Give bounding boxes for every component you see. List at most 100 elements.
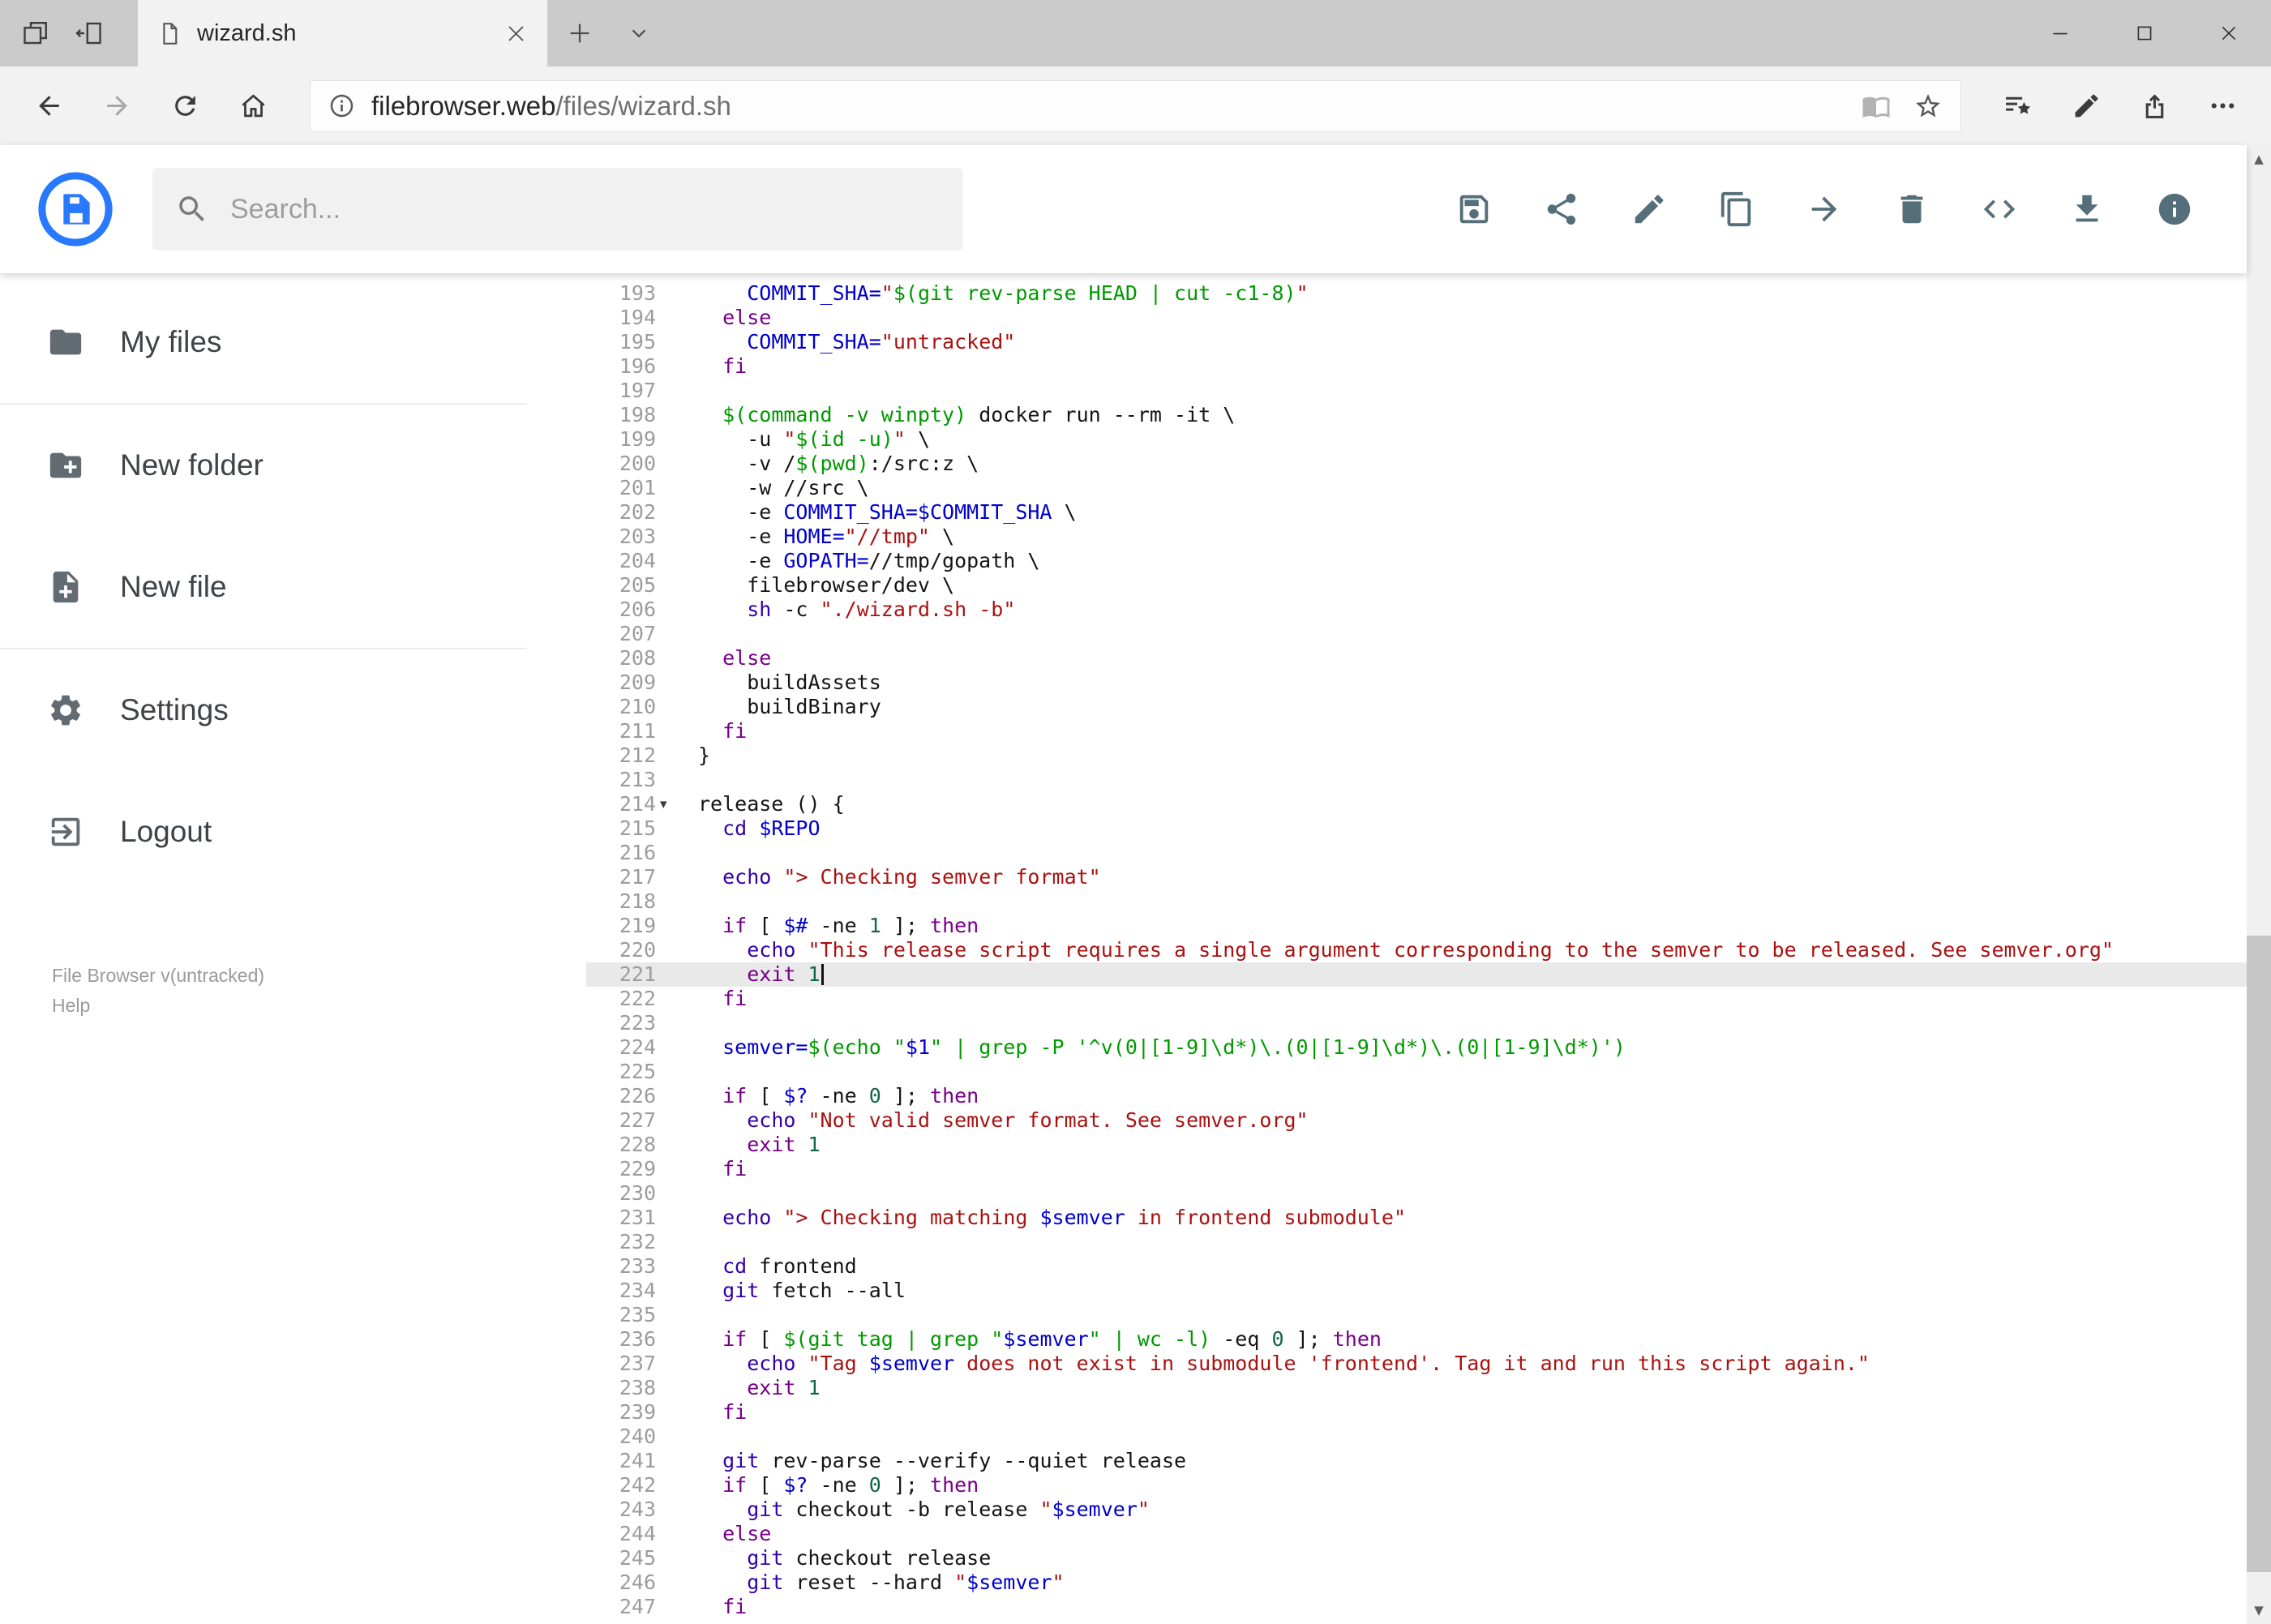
code-line[interactable]: 244 else	[586, 1522, 2247, 1546]
code-line[interactable]: 240	[586, 1425, 2247, 1449]
code-line[interactable]: 237 echo "Tag $semver does not exist in …	[586, 1352, 2247, 1376]
maximize-icon[interactable]	[2102, 0, 2187, 66]
code-line[interactable]: 210 buildBinary	[586, 695, 2247, 719]
sidebar-item-new-file[interactable]: New file	[0, 526, 586, 648]
code-line[interactable]: 200 -v /$(pwd):/src:z \	[586, 452, 2247, 476]
tab-list-button[interactable]	[612, 0, 666, 66]
code-line[interactable]: 241 git rev-parse --verify --quiet relea…	[586, 1449, 2247, 1473]
code-icon[interactable]	[1981, 191, 2018, 228]
scroll-down-icon[interactable]: ▼	[2247, 1596, 2271, 1624]
download-icon[interactable]	[2068, 191, 2106, 228]
code-line[interactable]: 215 cd $REPO	[586, 816, 2247, 841]
code-line[interactable]: 205 filebrowser/dev \	[586, 573, 2247, 598]
code-line[interactable]: 204 -e GOPATH=//tmp/gopath \	[586, 549, 2247, 573]
code-line[interactable]: 194 else	[586, 306, 2247, 330]
code-line[interactable]: 238 exit 1	[586, 1376, 2247, 1400]
code-line[interactable]: 214 ▾ release () {	[586, 792, 2247, 816]
code-line[interactable]: 193 COMMIT_SHA="$(git rev-parse HEAD | c…	[586, 281, 2247, 306]
info-icon[interactable]	[2156, 191, 2193, 228]
code-line[interactable]: 234 git fetch --all	[586, 1279, 2247, 1303]
code-line[interactable]: 235	[586, 1303, 2247, 1327]
code-line[interactable]: 242 if [ $? -ne 0 ]; then	[586, 1473, 2247, 1498]
share-icon[interactable]	[1543, 191, 1580, 228]
back-icon[interactable]	[22, 79, 75, 133]
code-line[interactable]: 208 else	[586, 646, 2247, 671]
code-line[interactable]: 245 git checkout release	[586, 1546, 2247, 1570]
scroll-up-icon[interactable]: ▲	[2247, 145, 2271, 173]
code-line[interactable]: 196 fi	[586, 354, 2247, 379]
code-line[interactable]: 212}	[586, 743, 2247, 768]
more-icon[interactable]	[2196, 79, 2249, 133]
code-line[interactable]: 216	[586, 841, 2247, 865]
code-line[interactable]: 239 fi	[586, 1400, 2247, 1425]
code-line[interactable]: 222 fi	[586, 987, 2247, 1011]
code-line[interactable]: 246 git reset --hard "$semver"	[586, 1570, 2247, 1595]
show-set-aside-tabs-icon[interactable]	[21, 19, 50, 48]
close-tab-icon[interactable]	[504, 22, 528, 45]
code-line[interactable]: 195 COMMIT_SHA="untracked"	[586, 330, 2247, 354]
help-link[interactable]: Help	[52, 991, 264, 1021]
code-line[interactable]: 209 buildAssets	[586, 671, 2247, 695]
forward-icon[interactable]	[90, 79, 144, 133]
search-input[interactable]	[230, 193, 941, 225]
browser-tab[interactable]: wizard.sh	[138, 0, 547, 66]
edit-icon[interactable]	[1630, 191, 1668, 228]
code-line[interactable]: 231 echo "> Checking matching $semver in…	[586, 1206, 2247, 1230]
reading-view-icon[interactable]	[1862, 92, 1891, 121]
code-line[interactable]: 219 if [ $# -ne 1 ]; then	[586, 914, 2247, 938]
share-page-icon[interactable]	[2127, 79, 2181, 133]
code-line[interactable]: 223	[586, 1011, 2247, 1035]
sidebar-item-settings[interactable]: Settings	[0, 649, 586, 771]
code-line[interactable]: 247 fi	[586, 1595, 2247, 1619]
move-icon[interactable]	[1806, 191, 1843, 228]
scrollbar-thumb[interactable]	[2247, 936, 2271, 1572]
scrollbar[interactable]: ▲ ▼	[2247, 145, 2271, 1624]
new-tab-button[interactable]	[547, 0, 612, 66]
favorite-star-icon[interactable]	[1913, 92, 1943, 121]
search-bar[interactable]	[152, 168, 963, 251]
active-code-line[interactable]: 221 exit 1	[586, 962, 2247, 987]
code-line[interactable]: 225	[586, 1060, 2247, 1084]
code-line[interactable]: 211 fi	[586, 719, 2247, 743]
code-line[interactable]: 203 -e HOME="//tmp" \	[586, 525, 2247, 549]
copy-icon[interactable]	[1718, 191, 1755, 228]
code-line[interactable]: 213	[586, 768, 2247, 792]
code-line[interactable]: 197	[586, 379, 2247, 403]
code-line[interactable]: 229 fi	[586, 1157, 2247, 1181]
code-line[interactable]: 243 git checkout -b release "$semver"	[586, 1498, 2247, 1522]
home-icon[interactable]	[226, 79, 280, 133]
code-line[interactable]: 227 echo "Not valid semver format. See s…	[586, 1108, 2247, 1133]
code-line[interactable]: 199 -u "$(id -u)" \	[586, 427, 2247, 452]
sidebar-item-logout[interactable]: Logout	[0, 771, 586, 893]
hub-icon[interactable]	[1991, 79, 2045, 133]
set-tabs-aside-icon[interactable]	[75, 19, 104, 48]
code-line[interactable]: 206 sh -c "./wizard.sh -b"	[586, 598, 2247, 622]
minimize-icon[interactable]	[2018, 0, 2102, 66]
code-line[interactable]: 233 cd frontend	[586, 1254, 2247, 1279]
delete-icon[interactable]	[1893, 191, 1930, 228]
site-info-icon[interactable]	[328, 92, 355, 119]
fold-marker-icon[interactable]: ▾	[656, 792, 677, 816]
code-line[interactable]: 230	[586, 1181, 2247, 1206]
code-line[interactable]: 217 echo "> Checking semver format"	[586, 865, 2247, 889]
code-editor[interactable]: 193 COMMIT_SHA="$(git rev-parse HEAD | c…	[586, 273, 2247, 1624]
code-line[interactable]: 218	[586, 889, 2247, 914]
close-icon[interactable]	[2187, 0, 2271, 66]
code-line[interactable]: 226 if [ $? -ne 0 ]; then	[586, 1084, 2247, 1108]
code-line[interactable]: 228 exit 1	[586, 1133, 2247, 1157]
code-line[interactable]: 207	[586, 622, 2247, 646]
code-line[interactable]: 198 $(command -v winpty) docker run --rm…	[586, 403, 2247, 427]
code-line[interactable]: 232	[586, 1230, 2247, 1254]
sidebar-item-my-files[interactable]: My files	[0, 281, 586, 403]
address-bar[interactable]: filebrowser.web/files/wizard.sh	[310, 79, 1961, 132]
save-icon[interactable]	[1455, 191, 1493, 228]
code-line[interactable]: 201 -w //src \	[586, 476, 2247, 500]
sidebar-item-new-folder[interactable]: New folder	[0, 405, 586, 526]
code-line[interactable]: 224 semver=$(echo "$1" | grep -P '^v(0|[…	[586, 1035, 2247, 1060]
refresh-icon[interactable]	[158, 79, 212, 133]
annotate-pen-icon[interactable]	[2059, 79, 2113, 133]
filebrowser-logo[interactable]	[37, 171, 114, 247]
code-line[interactable]: 202 -e COMMIT_SHA=$COMMIT_SHA \	[586, 500, 2247, 525]
code-line[interactable]: 236 if [ $(git tag | grep "$semver" | wc…	[586, 1327, 2247, 1352]
code-line[interactable]: 220 echo "This release script requires a…	[586, 938, 2247, 962]
